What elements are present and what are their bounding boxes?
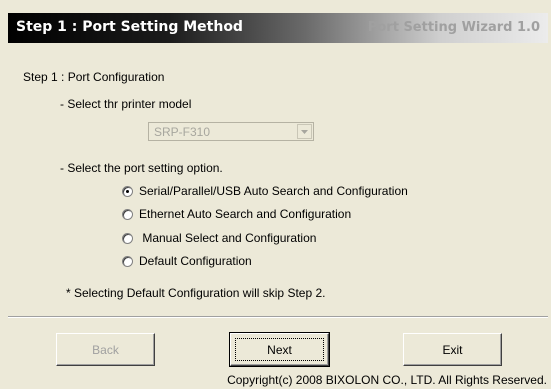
radio-label: Default Configuration [139, 254, 252, 268]
radio-option-ethernet[interactable]: Ethernet Auto Search and Configuration [122, 206, 351, 222]
radio-button[interactable] [122, 255, 133, 267]
exit-button[interactable]: Exit [403, 333, 502, 366]
skip-note: * Selecting Default Configuration will s… [66, 286, 326, 300]
chevron-down-icon [301, 130, 308, 134]
header-title: Step 1 : Port Setting Method [16, 19, 243, 35]
copyright-text: Copyright(c) 2008 BIXOLON CO., LTD. All … [227, 373, 547, 387]
wizard-header: Step 1 : Port Setting Method Port Settin… [8, 13, 548, 43]
model-label: - Select thr printer model [60, 97, 192, 111]
back-button-label: Back [92, 342, 119, 357]
radio-button[interactable] [122, 208, 133, 220]
radio-label: Serial/Parallel/USB Auto Search and Conf… [139, 184, 408, 198]
next-button[interactable]: Next [229, 332, 330, 367]
port-option-label: - Select the port setting option. [60, 161, 223, 175]
header-subtitle: Port Setting Wizard 1.0 [367, 20, 540, 35]
radio-button[interactable] [122, 185, 133, 197]
back-button[interactable]: Back [56, 333, 155, 366]
printer-model-value: SRP-F310 [154, 125, 211, 139]
radio-label: Manual Select and Configuration [139, 231, 317, 245]
radio-label: Ethernet Auto Search and Configuration [139, 207, 352, 221]
divider [8, 316, 548, 318]
focus-rect [235, 338, 324, 361]
exit-button-label: Exit [442, 342, 463, 357]
section-title: Step 1 : Port Configuration [23, 70, 165, 84]
radio-option-manual[interactable]: Manual Select and Configuration [122, 230, 316, 246]
radio-option-default[interactable]: Default Configuration [122, 253, 252, 269]
radio-option-serial[interactable]: Serial/Parallel/USB Auto Search and Conf… [122, 183, 408, 199]
printer-model-select[interactable]: SRP-F310 [148, 122, 314, 141]
dropdown-button[interactable] [297, 124, 312, 139]
radio-button[interactable] [122, 232, 133, 244]
